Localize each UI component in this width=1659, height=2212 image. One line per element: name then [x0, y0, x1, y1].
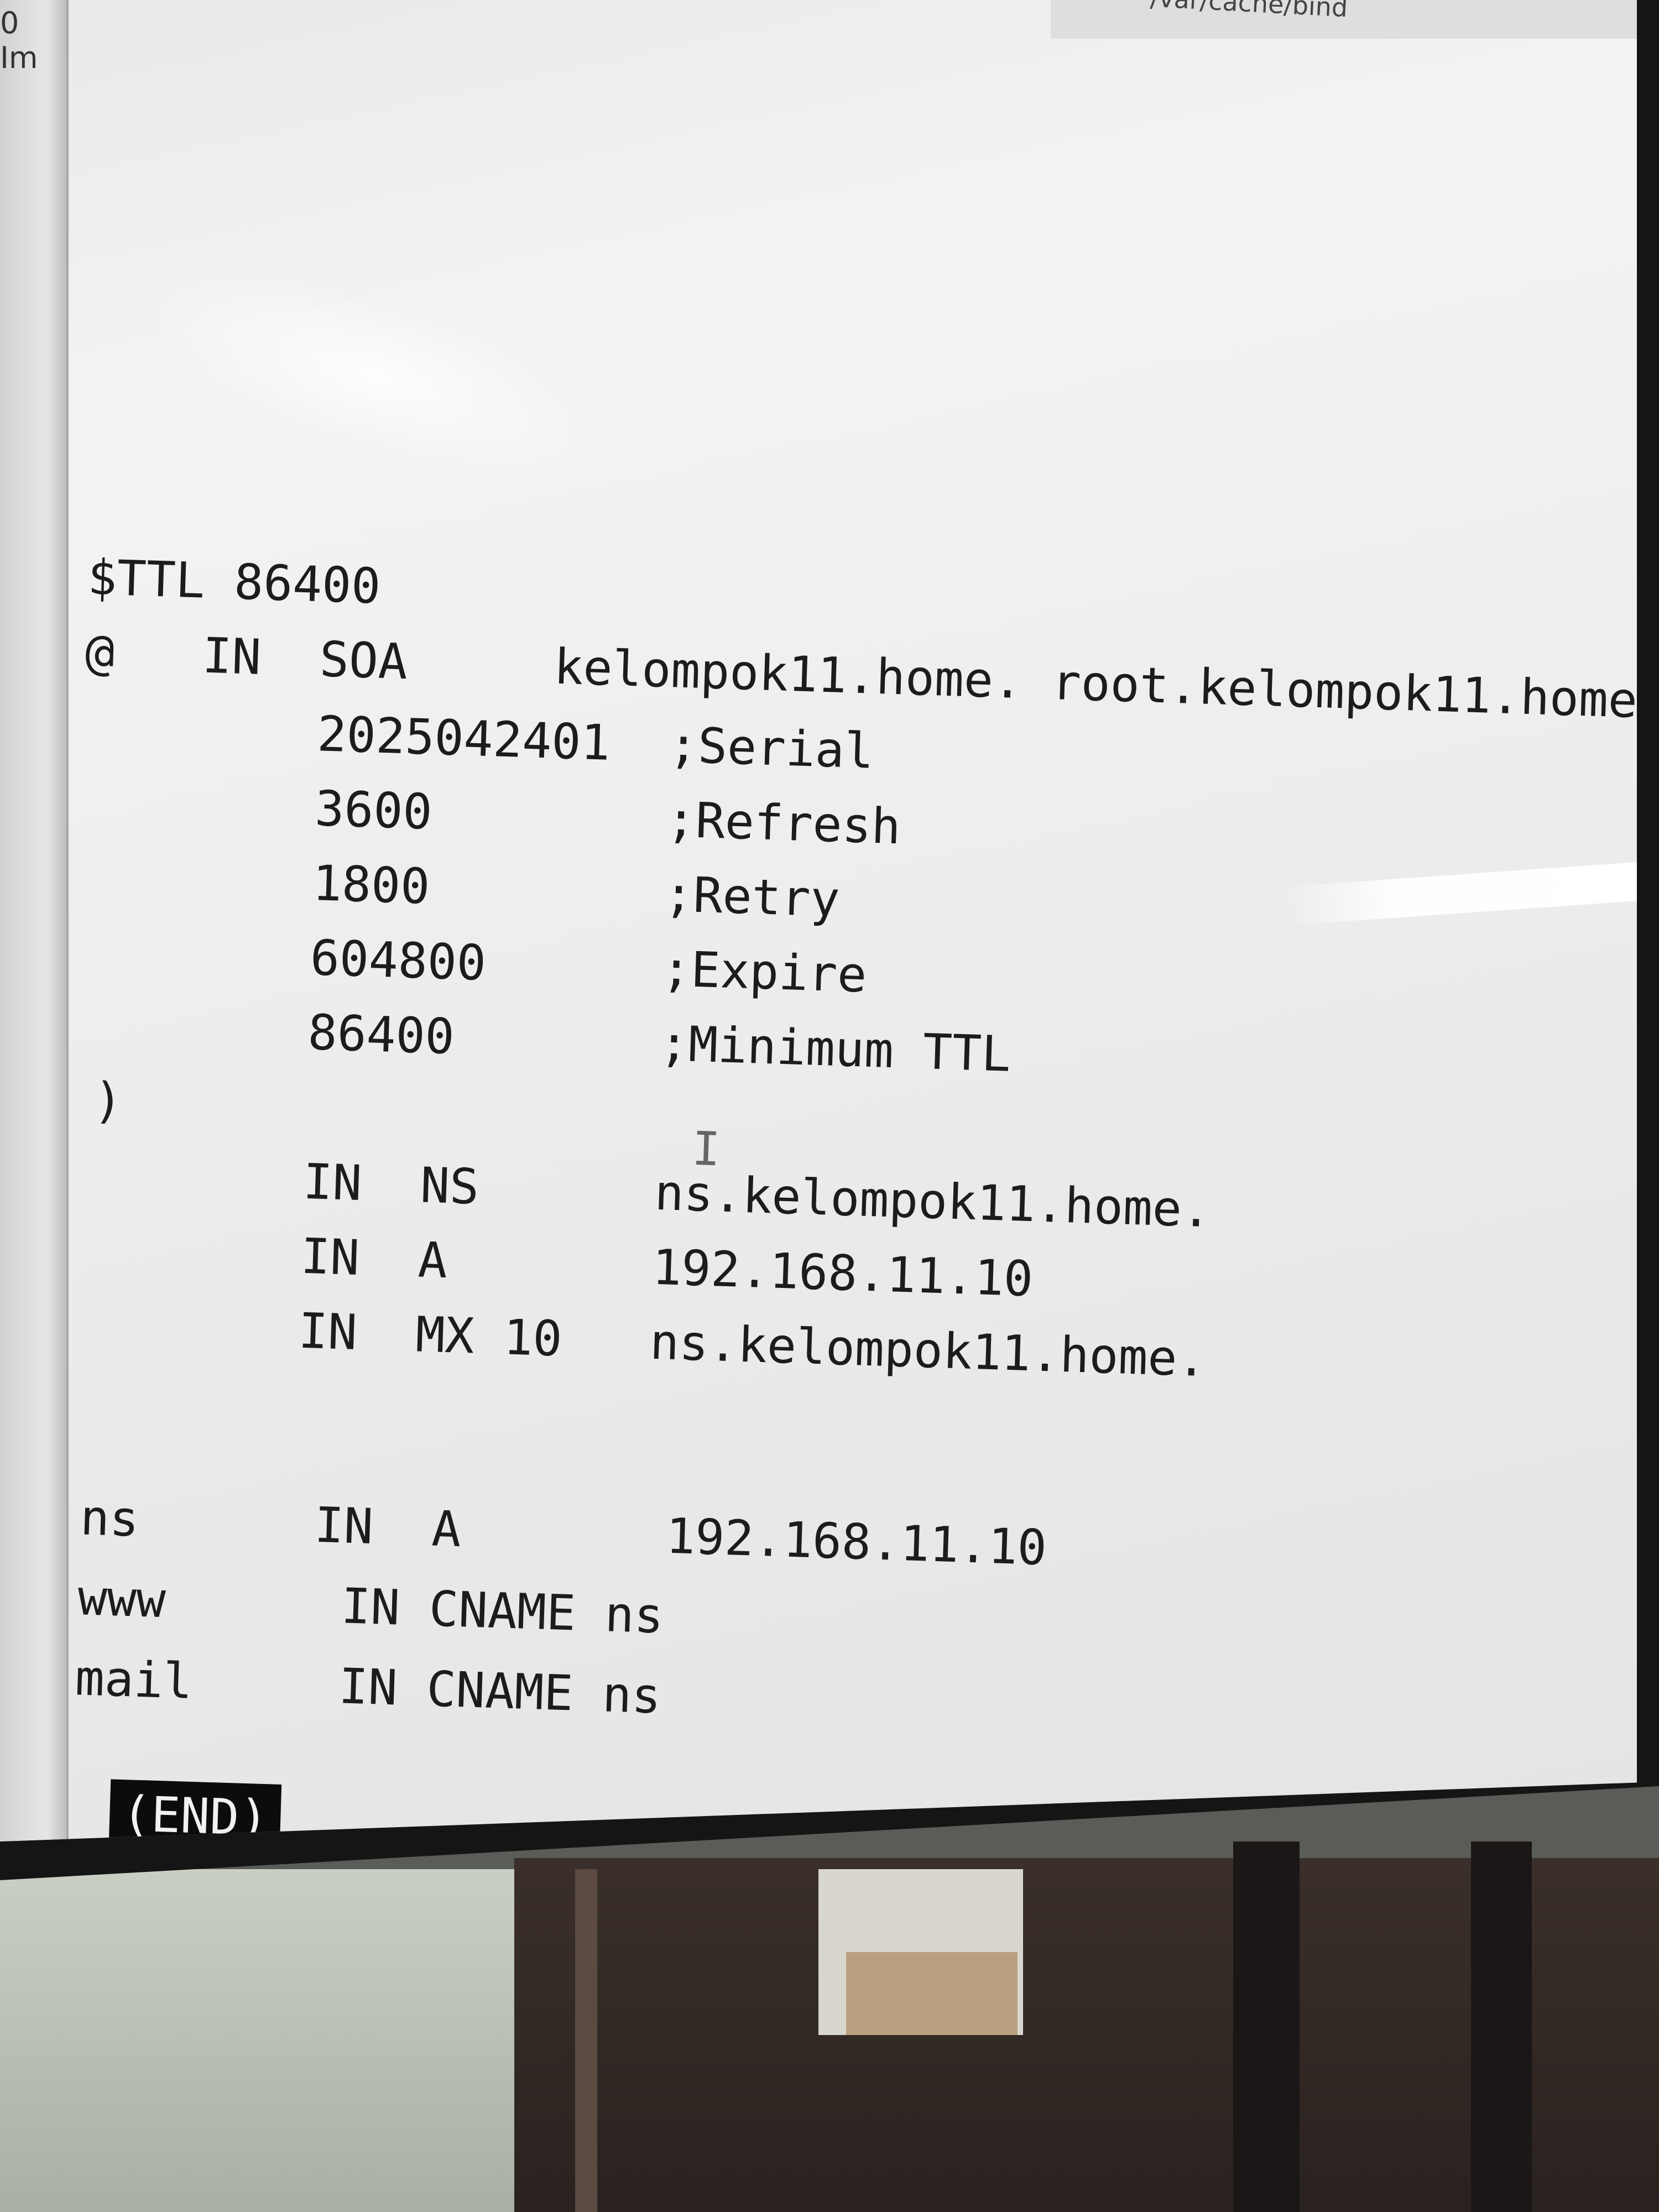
screen: /var/cache/bind 0 Im $TTL 86400 @ IN SOA… [0, 0, 1637, 1841]
zone-line-www: www IN CNAME ns [77, 1569, 665, 1645]
room-box [846, 1952, 1018, 2035]
monitor-stand-leg [1471, 1841, 1532, 2212]
side-window-label: 0 Im [0, 6, 38, 75]
screen-glare [121, 227, 632, 525]
zone-line-retry: 1800 ;Retry [77, 847, 841, 928]
zone-line-refresh: 3600 ;Refresh [80, 772, 902, 855]
monitor-bezel: /var/cache/bind 0 Im $TTL 86400 @ IN SOA… [0, 0, 1659, 1880]
zone-line-expire: 604800 ;Expire [75, 921, 868, 1004]
zone-line-minimum: 86400 ;Minimum TTL [72, 996, 1012, 1083]
room-wall [0, 1869, 514, 2212]
zone-line-a: IN A 192.168.11.10 [65, 1220, 1034, 1308]
zone-line-close-paren: ) [92, 1071, 124, 1130]
zone-line-ns: IN NS ns.kelompok11.home. [68, 1145, 1212, 1239]
zone-line-serial: 2025042401 ;Serial [82, 697, 875, 780]
monitor-stand-leg [1233, 1841, 1300, 2212]
terminal-pager[interactable]: $TTL 86400 @ IN SOA kelompok11.home. roo… [47, 549, 1637, 1841]
room-pole [575, 1869, 597, 2212]
text-cursor-icon: I [691, 1121, 721, 1177]
zone-line-mail: mail IN CNAME ns [74, 1649, 662, 1725]
zone-line-mx: IN MX 10 ns.kelompok11.home. [63, 1295, 1208, 1388]
zone-line-ns-a: ns IN A 192.168.11.10 [79, 1489, 1048, 1577]
pager-end-marker: (END) [108, 1779, 282, 1841]
zone-line-ttl: $TTL 86400 [87, 549, 382, 615]
